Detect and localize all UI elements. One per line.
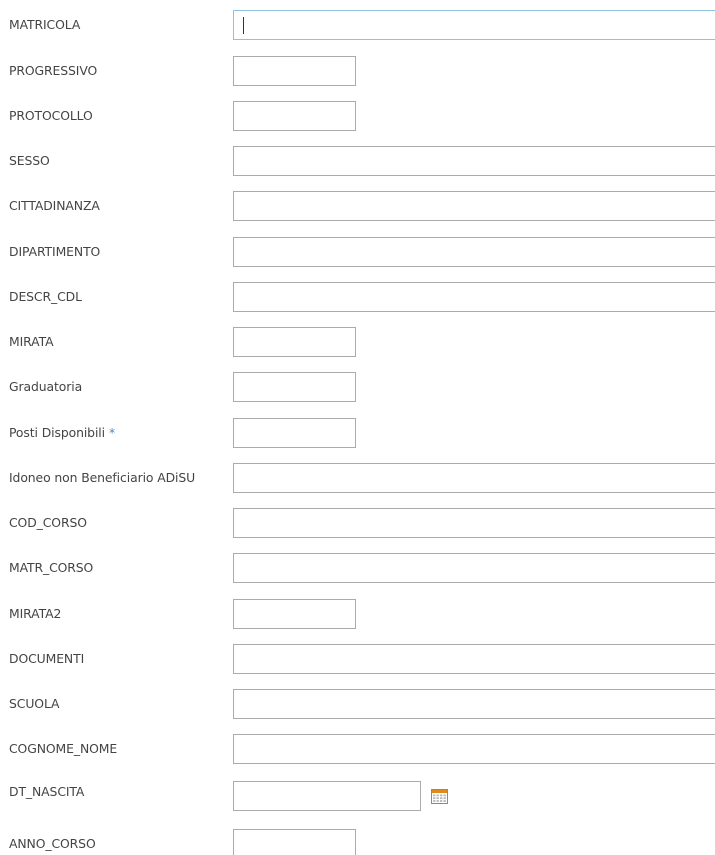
field-row-progressivo: PROGRESSIVO [0,56,715,86]
descr-cdl-input[interactable] [233,282,715,312]
documenti-input[interactable] [233,644,715,674]
progressivo-input[interactable] [233,56,356,86]
dipartimento-input[interactable] [233,237,715,267]
field-row-idoneo-non-beneficiario: Idoneo non Beneficiario ADiSU [0,463,715,493]
field-row-matricola: MATRICOLA [0,10,715,40]
label-matricola: MATRICOLA [9,17,81,32]
label-sesso: SESSO [9,153,50,168]
label-dipartimento: DIPARTIMENTO [9,244,101,259]
label-cognome-nome: COGNOME_NOME [9,741,118,756]
field-row-graduatoria: Graduatoria [0,372,715,402]
matricola-input[interactable] [233,10,715,40]
field-row-dt-nascita: DT_NASCITA [0,781,715,811]
label-progressivo: PROGRESSIVO [9,63,98,78]
field-row-dipartimento: DIPARTIMENTO [0,237,715,267]
label-descr-cdl: DESCR_CDL [9,289,82,304]
field-row-posti-disponibili: Posti Disponibili * [0,418,715,448]
idoneo-non-beneficiario-input[interactable] [233,463,715,493]
dt-nascita-input[interactable] [233,781,421,811]
label-cittadinanza: CITTADINANZA [9,198,100,213]
label-scuola: SCUOLA [9,696,60,711]
mirata2-input[interactable] [233,599,356,629]
label-cod-corso: COD_CORSO [9,515,87,530]
label-mirata2: MIRATA2 [9,606,62,621]
calendar-icon[interactable] [431,789,448,804]
field-row-mirata: MIRATA [0,327,715,357]
required-marker: * [108,425,116,440]
field-row-descr-cdl: DESCR_CDL [0,282,715,312]
label-posti-disponibili-text: Posti Disponibili [9,425,105,440]
field-row-mirata2: MIRATA2 [0,599,715,629]
matr-corso-input[interactable] [233,553,715,583]
field-row-cognome-nome: COGNOME_NOME [0,734,715,764]
anno-corso-input[interactable] [233,829,356,855]
text-caret [243,17,244,34]
field-row-documenti: DOCUMENTI [0,644,715,674]
label-graduatoria: Graduatoria [9,379,83,394]
field-row-anno-corso: ANNO_CORSO [0,829,715,855]
label-dt-nascita: DT_NASCITA [9,784,85,799]
label-idoneo-non-beneficiario: Idoneo non Beneficiario ADiSU [9,470,196,485]
label-documenti: DOCUMENTI [9,651,85,666]
label-posti-disponibili: Posti Disponibili * [9,418,115,448]
form: MATRICOLA PROGRESSIVO PROTOCOLLO SESSO C… [0,0,715,855]
field-row-protocollo: PROTOCOLLO [0,101,715,131]
posti-disponibili-input[interactable] [233,418,356,448]
cognome-nome-input[interactable] [233,734,715,764]
scuola-input[interactable] [233,689,715,719]
graduatoria-input[interactable] [233,372,356,402]
sesso-input[interactable] [233,146,715,176]
cod-corso-input[interactable] [233,508,715,538]
field-row-sesso: SESSO [0,146,715,176]
mirata-input[interactable] [233,327,356,357]
field-row-scuola: SCUOLA [0,689,715,719]
label-anno-corso: ANNO_CORSO [9,836,96,851]
field-row-matr-corso: MATR_CORSO [0,553,715,583]
label-protocollo: PROTOCOLLO [9,108,93,123]
label-mirata: MIRATA [9,334,54,349]
cittadinanza-input[interactable] [233,191,715,221]
protocollo-input[interactable] [233,101,356,131]
field-row-cod-corso: COD_CORSO [0,508,715,538]
label-matr-corso: MATR_CORSO [9,560,94,575]
field-row-cittadinanza: CITTADINANZA [0,191,715,221]
